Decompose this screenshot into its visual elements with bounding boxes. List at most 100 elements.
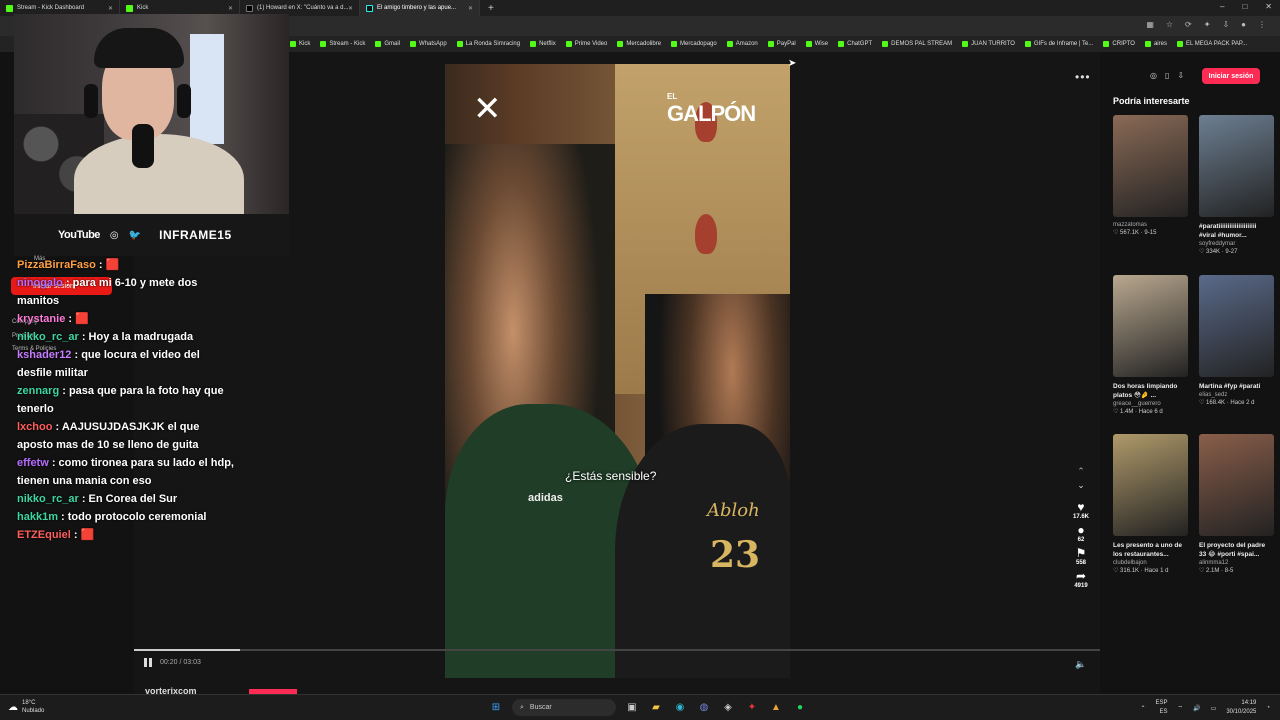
video-thumbnail[interactable]: [1199, 275, 1274, 377]
star-icon[interactable]: ☆: [1166, 20, 1173, 29]
taskbar-clock[interactable]: 14:19 30/10/2025: [1226, 699, 1256, 717]
pause-icon[interactable]: [144, 658, 152, 667]
bookmark-item[interactable]: Kick: [290, 41, 310, 47]
chat-username[interactable]: nikko_rc_ar: [17, 331, 79, 343]
like-button[interactable]: ♥ 17.6K: [1073, 500, 1089, 520]
chat-username[interactable]: krystanie: [17, 313, 65, 325]
bookmark-item[interactable]: Wise: [805, 41, 828, 47]
recommended-video-card[interactable]: #paratiiiiiiiiiiiiiiiiiiiii #viral #humo…: [1199, 115, 1274, 255]
taskbar-search[interactable]: ⌕ Buscar: [512, 699, 616, 716]
bookmark-item[interactable]: Mercadopago: [671, 41, 717, 47]
video-author[interactable]: mazzatomas: [1113, 222, 1188, 228]
share-button[interactable]: ➦ 4919: [1074, 569, 1088, 589]
chat-username[interactable]: ETZEquiel: [17, 529, 71, 541]
wifi-icon[interactable]: ⌔: [1178, 704, 1184, 712]
close-tab-icon[interactable]: ✕: [108, 5, 113, 12]
close-tab-icon[interactable]: ✕: [348, 5, 353, 12]
chat-username[interactable]: ninogalo: [17, 277, 63, 289]
app-icon[interactable]: ✦: [744, 700, 760, 716]
chat-username[interactable]: PizzaBirraFaso: [17, 259, 96, 271]
discord-icon[interactable]: ◍: [696, 700, 712, 716]
more-options-icon[interactable]: •••: [1075, 70, 1091, 84]
spotify-icon[interactable]: ●: [792, 700, 808, 716]
video-progress-bar[interactable]: [134, 649, 1100, 651]
download-icon[interactable]: ⇩: [1222, 20, 1229, 29]
video-author[interactable]: alinmma12: [1199, 560, 1274, 566]
close-window-button[interactable]: ✕: [1265, 2, 1272, 11]
chat-username[interactable]: effetw: [17, 457, 49, 469]
bookmark-item[interactable]: Amazon: [726, 41, 758, 47]
bookmark-item[interactable]: WhatsApp: [410, 41, 447, 47]
profile-avatar[interactable]: ●: [1241, 20, 1246, 29]
windows-start-icon[interactable]: ⊞: [488, 700, 504, 716]
video-thumbnail[interactable]: [1113, 275, 1188, 377]
tray-chevron-icon[interactable]: ⌃: [1141, 705, 1146, 712]
bookmark-item[interactable]: GIFs de Inframe | Te...: [1024, 41, 1093, 47]
bookmark-item[interactable]: Prime Video: [565, 41, 607, 47]
task-view-icon[interactable]: ▣: [624, 700, 640, 716]
speaker-icon[interactable]: 🔊: [1193, 705, 1200, 712]
edge-icon[interactable]: ◉: [672, 700, 688, 716]
video-author[interactable]: elias_sedz: [1199, 392, 1274, 398]
notifications-icon[interactable]: ◔: [1266, 705, 1270, 711]
bookmark-item[interactable]: aires: [1144, 41, 1167, 47]
bookmark-item[interactable]: Stream - Kick: [320, 41, 365, 47]
bookmark-item[interactable]: EL MEGA PACK PAP...: [1176, 41, 1247, 47]
device-icon[interactable]: ▯: [1165, 71, 1169, 80]
video-title[interactable]: El proyecto del padre 33 😂 #porti #spai.…: [1199, 541, 1274, 559]
video-thumbnail[interactable]: [1113, 115, 1188, 217]
weather-widget[interactable]: ☁ 18°C Nublado: [8, 699, 44, 715]
chat-username[interactable]: nikko_rc_ar: [17, 493, 79, 505]
download-icon[interactable]: ⇩: [1177, 71, 1184, 80]
next-video-icon[interactable]: ⌄: [1077, 480, 1085, 491]
video-author[interactable]: greace__guerrero: [1113, 401, 1188, 407]
bookmark-item[interactable]: ChatGPT: [838, 41, 872, 47]
battery-icon[interactable]: ▭: [1211, 705, 1217, 712]
minimize-button[interactable]: –: [1220, 2, 1224, 11]
video-thumbnail[interactable]: [1199, 434, 1274, 536]
video-title[interactable]: Dos horas limpiando platos 😳🤌 ...: [1113, 382, 1188, 400]
bookmark-item[interactable]: Gmail: [375, 41, 400, 47]
extension-icon[interactable]: ▦: [1146, 20, 1154, 29]
close-tab-icon[interactable]: ✕: [228, 5, 233, 12]
recommended-video-card[interactable]: Martina #fyp #parati elias_sedz ♡ 168.4K ·…: [1199, 275, 1274, 406]
chat-username[interactable]: zennarg: [17, 385, 59, 397]
chat-username[interactable]: lxchoo: [17, 421, 52, 433]
file-explorer-icon[interactable]: ▰: [648, 700, 664, 716]
recommended-video-card[interactable]: El proyecto del padre 33 😂 #porti #spai.…: [1199, 434, 1274, 574]
bookmark-item[interactable]: JUAN TURRITO: [962, 41, 1015, 47]
obs-icon[interactable]: ▲: [768, 700, 784, 716]
recommended-video-card[interactable]: Les presento a uno de los restaurantes..…: [1113, 434, 1188, 574]
video-title[interactable]: Martina #fyp #parati: [1199, 382, 1274, 391]
video-frame[interactable]: adidas Abloh 23 ✕ EL GALPÓN: [445, 64, 790, 678]
recommended-video-card[interactable]: Dos horas limpiando platos 😳🤌 ... greace_…: [1113, 275, 1188, 415]
bookmark-item[interactable]: La Ronda Simracing: [456, 41, 520, 47]
bookmark-item[interactable]: Mercadolibre: [617, 41, 661, 47]
bookmark-item[interactable]: Netflix: [530, 41, 556, 47]
volume-icon[interactable]: 🔈: [1075, 659, 1086, 670]
puzzle-icon[interactable]: ✦: [1204, 20, 1211, 29]
language-indicator[interactable]: ESP ES: [1156, 699, 1168, 717]
video-author[interactable]: soyfreddymar: [1199, 241, 1274, 247]
login-button[interactable]: Iniciar sesión: [1202, 68, 1260, 84]
new-tab-button[interactable]: +: [488, 3, 494, 14]
sync-icon[interactable]: ⟳: [1185, 20, 1192, 29]
recommended-video-card[interactable]: mazzatomas ♡ 567.1K · 9-15: [1113, 115, 1188, 236]
video-author[interactable]: clubdelbajon: [1113, 560, 1188, 566]
close-tab-icon[interactable]: ✕: [468, 5, 473, 12]
video-title[interactable]: Les presento a uno de los restaurantes..…: [1113, 541, 1188, 559]
bookmark-item[interactable]: CRIPTO: [1103, 41, 1135, 47]
video-title[interactable]: #paratiiiiiiiiiiiiiiiiiiiii #viral #humo…: [1199, 222, 1274, 240]
video-thumbnail[interactable]: [1199, 115, 1274, 217]
bookmark-item[interactable]: PayPal: [767, 41, 796, 47]
chat-username[interactable]: kshader12: [17, 349, 71, 361]
previous-video-icon[interactable]: ⌃: [1077, 466, 1085, 477]
save-button[interactable]: ⚑ 558: [1074, 546, 1088, 566]
video-thumbnail[interactable]: [1113, 434, 1188, 536]
maximize-button[interactable]: □: [1242, 2, 1247, 11]
coin-icon[interactable]: ◎: [1150, 71, 1157, 80]
comment-button[interactable]: ● 62: [1074, 523, 1088, 543]
chat-username[interactable]: hakk1m: [17, 511, 58, 523]
steam-icon[interactable]: ◈: [720, 700, 736, 716]
menu-icon[interactable]: ⋮: [1258, 20, 1266, 29]
